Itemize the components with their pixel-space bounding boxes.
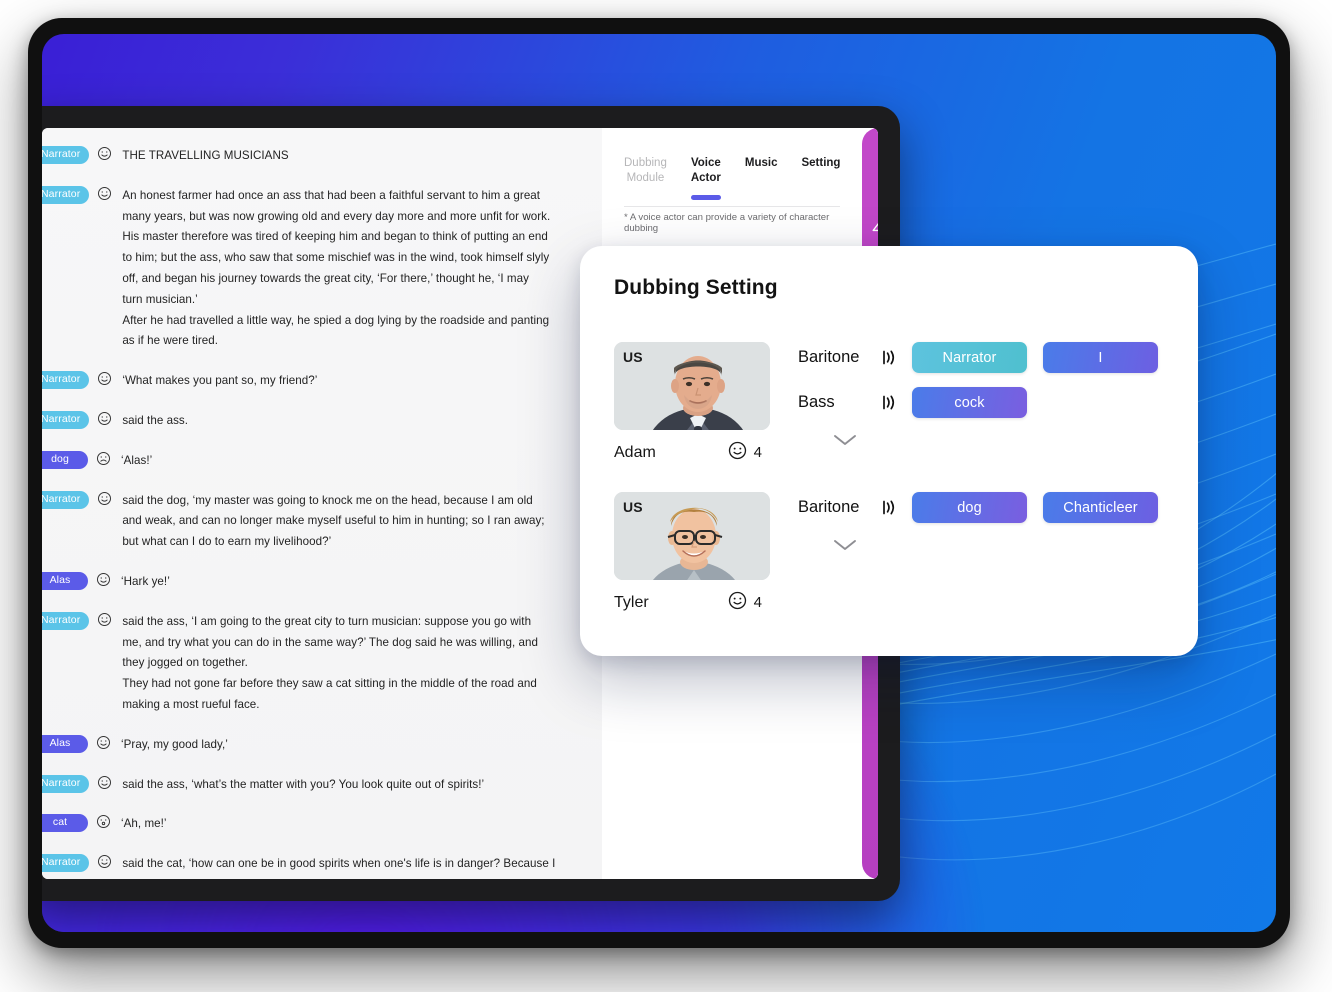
mood-smile-icon[interactable] bbox=[96, 572, 111, 587]
speaker-tag[interactable]: Narrator bbox=[42, 611, 90, 630]
mood-surprise-icon[interactable] bbox=[96, 814, 111, 829]
script-line[interactable]: Narrator An honest farmer had once an as… bbox=[42, 185, 584, 352]
speaker-tag[interactable]: Narrator bbox=[42, 146, 90, 164]
script-line[interactable]: cat ‘Ah, me!’ bbox=[42, 814, 584, 835]
expand-actor-1-button[interactable] bbox=[798, 537, 1174, 552]
voice-type-label: Baritone bbox=[798, 348, 860, 366]
speaker-icon[interactable] bbox=[876, 394, 900, 411]
tab-bar[interactable]: Dubbing Module Voice Actor Music Setting bbox=[624, 156, 840, 200]
script-line[interactable]: Narrator said the ass. bbox=[42, 410, 584, 432]
mood-frown-icon[interactable] bbox=[96, 451, 111, 466]
avatar[interactable]: US bbox=[614, 342, 770, 430]
speaker-tag[interactable]: Narrator bbox=[42, 490, 90, 509]
modal-actor-row[interactable]: US bbox=[614, 342, 1164, 464]
modal-title: Dubbing Setting bbox=[614, 276, 778, 299]
script-line[interactable]: Narrator said the ass, ‘what’s the matte… bbox=[42, 774, 584, 796]
country-code-label: US bbox=[623, 499, 643, 515]
voice-line[interactable]: Bass cock bbox=[798, 387, 1174, 418]
tab-voice-actor[interactable]: Voice Actor bbox=[690, 156, 721, 200]
script-line[interactable]: dog ‘Alas!’ bbox=[42, 450, 584, 472]
script-line-text[interactable]: An honest farmer had once an ass that ha… bbox=[122, 186, 550, 352]
script-line-text[interactable]: THE TRAVELLING MUSICIANS bbox=[122, 146, 288, 167]
mood-smile-icon[interactable] bbox=[97, 146, 112, 161]
voice-line[interactable]: Baritone dog Chanticleer bbox=[798, 492, 1174, 523]
country-code-label: US bbox=[623, 349, 643, 365]
script-pane[interactable]: Narrator THE TRAVELLING MUSICIANS Narrat… bbox=[42, 128, 602, 879]
speaker-tag[interactable]: Narrator bbox=[42, 371, 90, 390]
script-line[interactable]: Narrator said the cat, ‘how can one be i… bbox=[42, 854, 584, 875]
smiley-icon bbox=[728, 441, 747, 464]
speaker-tag[interactable]: Narrator bbox=[42, 185, 90, 204]
mood-smile-icon[interactable] bbox=[97, 775, 112, 790]
voice-assignments[interactable]: Baritone Narrator I Bass cock bbox=[772, 342, 1174, 447]
voice-type-label: Baritone bbox=[798, 498, 860, 516]
actor-name: Tyler bbox=[614, 593, 649, 611]
script-line[interactable]: Alas ‘Pray, my good lady,’ bbox=[42, 734, 584, 756]
actor-identity-block[interactable]: US bbox=[614, 492, 772, 614]
voice-line[interactable]: Baritone Narrator I bbox=[798, 342, 1174, 373]
mood-smile-icon[interactable] bbox=[97, 612, 112, 627]
role-chip[interactable]: dog bbox=[912, 492, 1027, 523]
script-line-text[interactable]: said the ass. bbox=[122, 411, 188, 432]
mood-smile-icon[interactable] bbox=[97, 854, 112, 869]
role-chip[interactable]: Chanticleer bbox=[1043, 492, 1158, 523]
script-line-text[interactable]: ‘Pray, my good lady,’ bbox=[121, 735, 228, 756]
role-chip[interactable]: Narrator bbox=[912, 342, 1027, 373]
script-line-text[interactable]: ‘Ah, me!’ bbox=[121, 814, 167, 835]
actor-score: 4 bbox=[728, 591, 762, 614]
role-chip[interactable]: cock bbox=[912, 387, 1027, 418]
tab-underline-rule bbox=[624, 206, 841, 207]
voice-type-label: Bass bbox=[798, 393, 835, 411]
script-line[interactable]: Alas ‘Hark ye!’ bbox=[42, 571, 584, 593]
actor-identity-block[interactable]: US bbox=[614, 342, 772, 464]
script-line-text[interactable]: ‘Alas!’ bbox=[121, 451, 152, 472]
tab-dubbing-module[interactable]: Dubbing Module bbox=[624, 156, 667, 196]
script-line-text[interactable]: ‘What makes you pant so, my friend?’ bbox=[122, 371, 317, 392]
tab-setting[interactable]: Setting bbox=[801, 156, 840, 181]
avatar-meta: Tyler 4 bbox=[614, 591, 772, 614]
actor-name: Adam bbox=[614, 443, 656, 461]
modal-actor-row[interactable]: US bbox=[614, 492, 1164, 614]
script-line[interactable]: Narrator ‘What makes you pant so, my fri… bbox=[42, 371, 584, 392]
voice-assignments[interactable]: Baritone dog Chanticleer bbox=[772, 492, 1174, 552]
script-line-text[interactable]: ‘Hark ye!’ bbox=[121, 572, 170, 593]
script-line-text[interactable]: said the cat, ‘how can one be in good sp… bbox=[122, 854, 555, 875]
script-line[interactable]: Narrator said the ass, ‘I am going to th… bbox=[42, 611, 584, 716]
speaker-tag[interactable]: Alas bbox=[42, 571, 88, 590]
role-chip[interactable]: I bbox=[1043, 342, 1158, 373]
app-logo-icon[interactable] bbox=[870, 216, 878, 239]
speaker-tag[interactable]: Narrator bbox=[42, 774, 90, 793]
script-line-text[interactable]: said the ass, ‘what’s the matter with yo… bbox=[122, 775, 484, 796]
mood-smile-icon[interactable] bbox=[97, 491, 112, 506]
speaker-tag[interactable]: cat bbox=[42, 814, 88, 833]
script-line[interactable]: Narrator said the dog, ‘my master was go… bbox=[42, 490, 584, 553]
dubbing-setting-modal[interactable]: Dubbing Setting US Adam 4 Baritone Narra… bbox=[580, 246, 1198, 656]
expand-actor-0-button[interactable] bbox=[798, 432, 1174, 447]
mood-smile-icon[interactable] bbox=[97, 411, 112, 426]
avatar-meta: Adam 4 bbox=[614, 441, 772, 464]
mood-smile-icon[interactable] bbox=[97, 371, 112, 386]
script-line-text[interactable]: said the ass, ‘I am going to the great c… bbox=[122, 612, 550, 716]
mood-smile-icon[interactable] bbox=[96, 735, 111, 750]
speaker-tag[interactable]: Alas bbox=[42, 734, 88, 753]
actor-score-value: 4 bbox=[753, 444, 762, 461]
actor-score: 4 bbox=[728, 441, 762, 464]
speaker-tag[interactable]: Narrator bbox=[42, 854, 90, 873]
script-line-text[interactable]: said the dog, ‘my master was going to kn… bbox=[122, 491, 550, 553]
speaker-icon[interactable] bbox=[876, 499, 900, 516]
smiley-icon bbox=[728, 591, 747, 614]
actor-score-value: 4 bbox=[753, 594, 762, 611]
voice-actor-hint: * A voice actor can provide a variety of… bbox=[624, 212, 830, 234]
speaker-icon[interactable] bbox=[876, 349, 900, 366]
avatar[interactable]: US bbox=[614, 492, 770, 580]
script-line[interactable]: Narrator THE TRAVELLING MUSICIANS bbox=[42, 146, 584, 167]
screenshot-stage: Narrator THE TRAVELLING MUSICIANS Narrat… bbox=[0, 0, 1332, 992]
speaker-tag[interactable]: dog bbox=[42, 450, 88, 469]
mood-smile-icon[interactable] bbox=[97, 186, 112, 201]
tab-music[interactable]: Music bbox=[745, 156, 778, 181]
speaker-tag[interactable]: Narrator bbox=[42, 410, 90, 429]
